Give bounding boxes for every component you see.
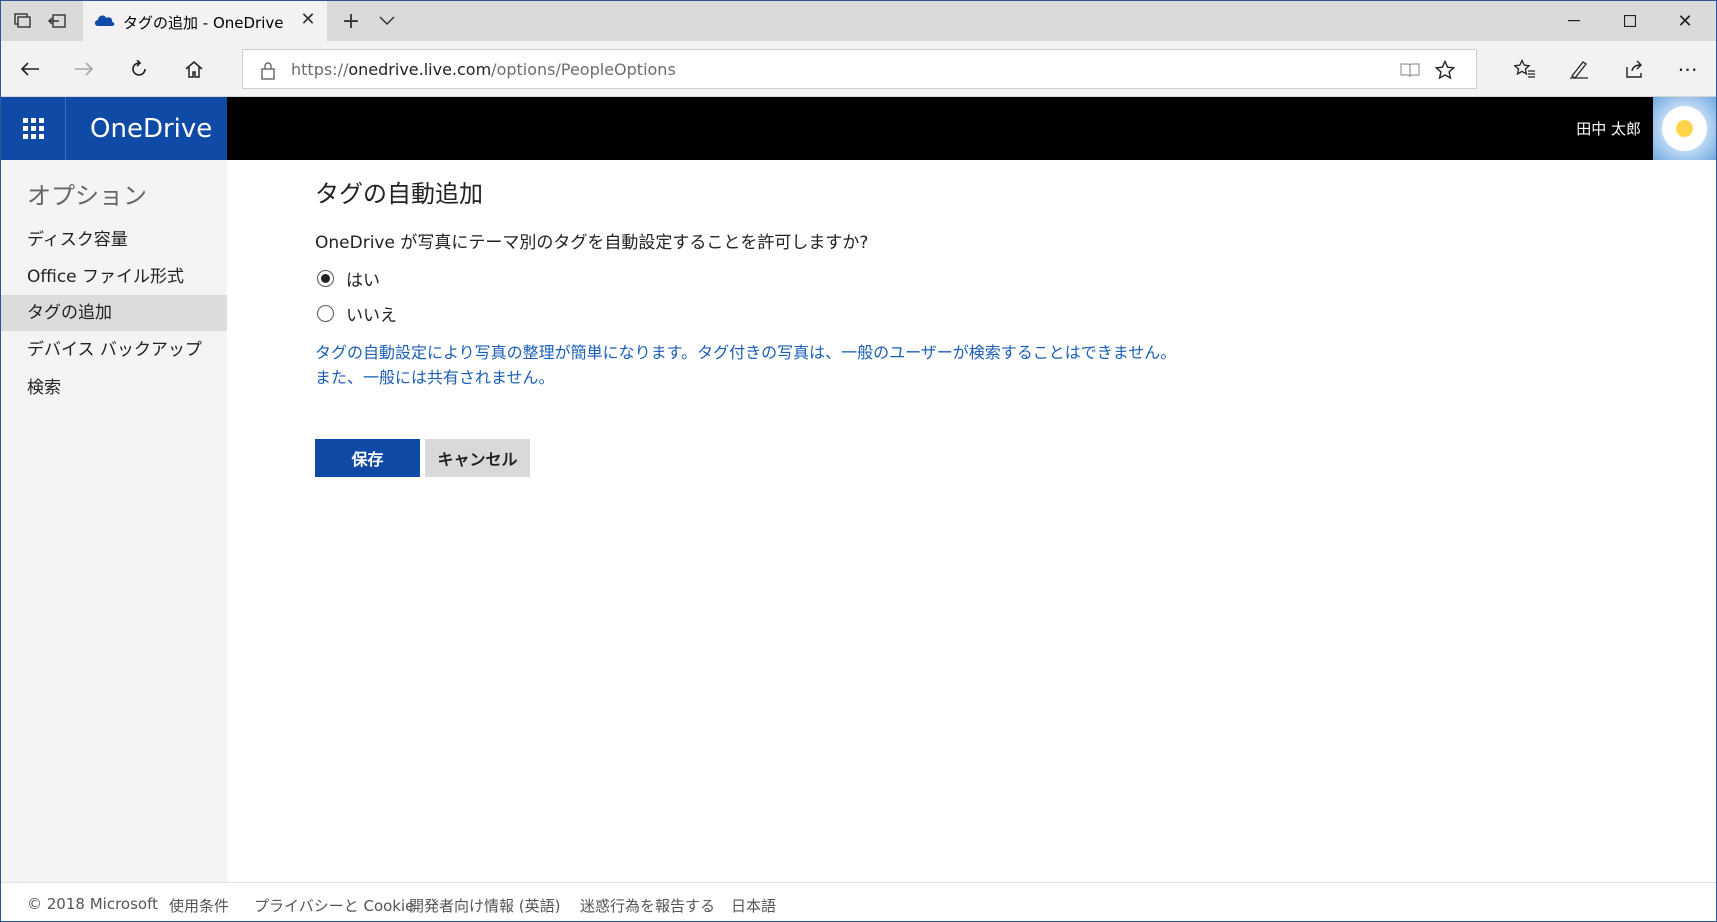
back-arrow-icon[interactable] (15, 55, 45, 83)
main-content: タグの自動追加 OneDrive が写真にテーマ別のタグを自動設定することを許可… (227, 160, 1716, 882)
tab-bar: タグの追加 - OneDrive ✕ + ✕ (1, 1, 1716, 41)
web-note-pen-icon[interactable] (1564, 55, 1594, 83)
info-line-1: タグの自動設定により写真の整理が簡単になります。タグ付きの写真は、一般のユーザー… (315, 343, 1177, 362)
report-abuse-link[interactable]: 迷惑行為を報告する (580, 895, 715, 916)
save-button[interactable]: 保存 (315, 439, 420, 477)
tagging-question: OneDrive が写真にテーマ別のタグを自動設定することを許可しますか? (315, 233, 869, 253)
tab-preview-icon[interactable] (11, 9, 35, 33)
home-icon[interactable] (179, 55, 209, 83)
refresh-icon[interactable] (124, 55, 154, 83)
close-window-icon[interactable]: ✕ (1671, 7, 1699, 35)
url-prefix: https:// (291, 60, 349, 79)
user-name[interactable]: 田中 太郎 (1576, 118, 1641, 139)
info-line-2: また、一般には共有されません。 (315, 368, 555, 387)
language-link[interactable]: 日本語 (731, 895, 776, 916)
sidebar-item-tagging[interactable]: タグの追加 (1, 295, 227, 331)
more-options-icon[interactable]: ⋯ (1673, 55, 1703, 83)
url-path: /options/PeopleOptions (491, 60, 676, 79)
favorites-hub-icon[interactable] (1510, 55, 1540, 83)
sidebar-item-device-backup[interactable]: デバイス バックアップ (1, 332, 227, 368)
terms-link[interactable]: 使用条件 (169, 895, 229, 916)
tab-title: タグの追加 - OneDrive (123, 14, 284, 32)
lock-icon (261, 62, 275, 80)
url-host: onedrive.live.com (348, 60, 492, 79)
sidebar-item-search[interactable]: 検索 (1, 370, 227, 406)
radio-no[interactable] (317, 305, 334, 322)
sidebar-item-storage[interactable]: ディスク容量 (1, 222, 227, 258)
new-tab-icon[interactable]: + (339, 9, 363, 34)
developers-link[interactable]: 開発者向け情報 (英語) (409, 895, 560, 916)
page-title: タグの自動追加 (315, 180, 483, 208)
chevron-down-icon[interactable] (375, 9, 399, 33)
option-yes[interactable]: はい (317, 266, 380, 291)
browser-window: タグの追加 - OneDrive ✕ + ✕ https://onedrive.… (0, 0, 1717, 922)
option-no[interactable]: いいえ (317, 301, 397, 326)
navigation-bar: https://onedrive.live.com/options/People… (1, 41, 1716, 97)
radio-yes[interactable] (317, 270, 334, 287)
avatar[interactable] (1653, 97, 1716, 160)
tagging-info-text: タグの自動設定により写真の整理が簡単になります。タグ付きの写真は、一般のユーザー… (315, 340, 1176, 390)
close-tab-icon[interactable]: ✕ (299, 11, 317, 29)
app-launcher-icon[interactable] (1, 97, 65, 160)
tab-onedrive[interactable]: タグの追加 - OneDrive ✕ (83, 1, 327, 41)
share-icon[interactable] (1619, 55, 1649, 83)
privacy-link[interactable]: プライバシーと Cookie (254, 895, 414, 916)
favorite-star-icon[interactable] (1433, 58, 1457, 82)
reading-view-icon[interactable] (1398, 58, 1422, 82)
maximize-icon[interactable] (1616, 7, 1644, 35)
address-bar[interactable]: https://onedrive.live.com/options/People… (242, 49, 1477, 89)
minimize-icon[interactable] (1560, 7, 1588, 35)
footer: © 2018 Microsoft 使用条件 プライバシーと Cookie 開発者… (1, 882, 1716, 921)
option-yes-label: はい (346, 271, 380, 291)
forward-arrow-icon[interactable] (69, 55, 99, 83)
sidebar: オプション ディスク容量 Office ファイル形式 タグの追加 デバイス バッ… (1, 160, 227, 882)
app-header: OneDrive 田中 太郎 (1, 97, 1716, 160)
onedrive-cloud-icon (95, 15, 115, 26)
copyright: © 2018 Microsoft (27, 895, 158, 913)
sidebar-item-office-file-format[interactable]: Office ファイル形式 (1, 259, 227, 295)
set-aside-tabs-icon[interactable] (45, 9, 69, 33)
cancel-button[interactable]: キャンセル (425, 439, 530, 477)
brand-logo[interactable]: OneDrive (65, 97, 227, 160)
option-no-label: いいえ (346, 306, 397, 326)
url-text[interactable]: https://onedrive.live.com/options/People… (291, 60, 676, 79)
sidebar-title: オプション (27, 182, 147, 210)
